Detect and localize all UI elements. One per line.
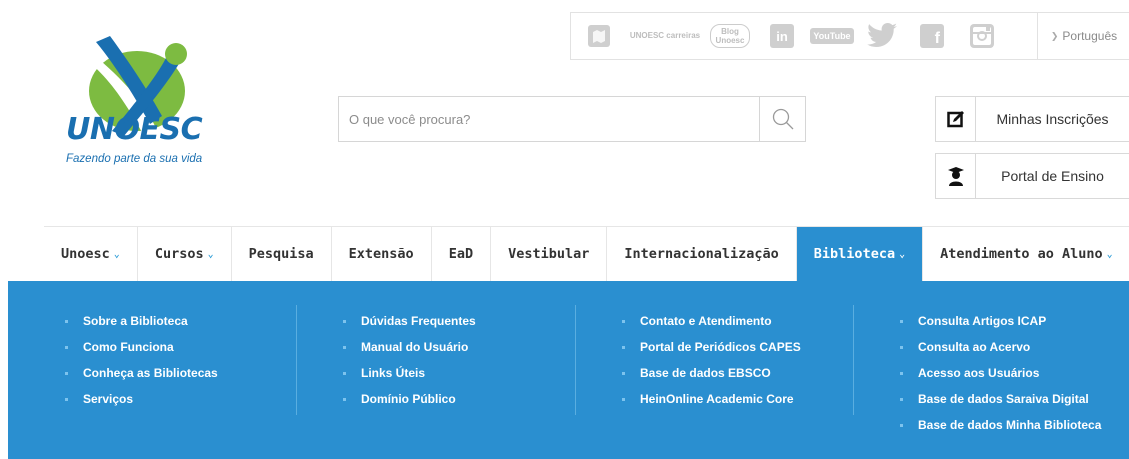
- menu-item-servicos[interactable]: Serviços: [65, 389, 218, 415]
- column-divider: [296, 305, 297, 415]
- search-icon: [772, 108, 793, 130]
- nav-item-cursos[interactable]: Cursos ⌄: [138, 227, 232, 281]
- youtube-icon[interactable]: YouTube: [807, 22, 857, 50]
- unoesc-map-icon[interactable]: [571, 22, 627, 50]
- nav-item-internacionalizacao[interactable]: Internacionalização: [607, 227, 797, 281]
- chevron-down-icon: ⌄: [1106, 248, 1113, 260]
- nav-item-ead[interactable]: EaD: [432, 227, 492, 281]
- menu-item-base-dados-saraiva-digital[interactable]: Base de dados Saraiva Digital: [900, 389, 1101, 415]
- language-selector[interactable]: ❯ Português: [1037, 13, 1129, 59]
- biblioteca-dropdown: Sobre a Biblioteca Como Funciona Conheça…: [8, 281, 1129, 459]
- search-bar: [338, 96, 806, 142]
- menu-item-portal-periodicos-capes[interactable]: Portal de Periódicos CAPES: [622, 337, 801, 363]
- menu-item-como-funciona[interactable]: Como Funciona: [65, 337, 218, 363]
- menu-item-base-dados-minha-biblioteca[interactable]: Base de dados Minha Biblioteca: [900, 415, 1101, 441]
- menu-item-base-dados-ebsco[interactable]: Base de dados EBSCO: [622, 363, 801, 389]
- nav-item-vestibular[interactable]: Vestibular: [491, 227, 608, 281]
- nav-item-atendimento-ao-aluno[interactable]: Atendimento ao Aluno ⌄: [923, 227, 1129, 281]
- menu-item-contato-e-atendimento[interactable]: Contato e Atendimento: [622, 311, 801, 337]
- dropdown-column-2: Dúvidas Frequentes Manual do Usuário Lin…: [343, 311, 476, 415]
- facebook-icon[interactable]: f: [907, 22, 957, 50]
- social-links: UNOESC carreiras Blog Unoesc in YouTube …: [571, 13, 1007, 59]
- student-icon: [936, 154, 976, 198]
- edit-icon: [936, 97, 976, 141]
- menu-item-sobre-a-biblioteca[interactable]: Sobre a Biblioteca: [65, 311, 218, 337]
- logo-tagline: Fazendo parte da sua vida: [66, 153, 203, 165]
- menu-item-links-uteis[interactable]: Links Úteis: [343, 363, 476, 389]
- chevron-down-icon: ⌄: [207, 248, 214, 260]
- instagram-icon[interactable]: [957, 22, 1007, 50]
- nav-item-biblioteca[interactable]: Biblioteca ⌄: [796, 227, 924, 281]
- menu-item-acesso-aos-usuarios[interactable]: Acesso aos Usuários: [900, 363, 1101, 389]
- menu-item-duvidas-frequentes[interactable]: Dúvidas Frequentes: [343, 311, 476, 337]
- dropdown-column-3: Contato e Atendimento Portal de Periódic…: [622, 311, 801, 415]
- menu-item-heinonline-academic-core[interactable]: HeinOnline Academic Core: [622, 389, 801, 415]
- chevron-down-icon: ❯: [1050, 30, 1059, 41]
- portal-de-ensino-button[interactable]: Portal de Ensino: [935, 153, 1129, 199]
- menu-item-consulta-artigos-icap[interactable]: Consulta Artigos ICAP: [900, 311, 1101, 337]
- language-label: Português: [1062, 29, 1118, 43]
- linkedin-icon[interactable]: in: [757, 22, 807, 50]
- portal-de-ensino-label: Portal de Ensino: [1001, 168, 1104, 184]
- main-nav: Unoesc ⌄ Cursos ⌄ Pesquisa Extensão EaD Ve…: [44, 226, 1129, 281]
- menu-item-dominio-publico[interactable]: Domínio Público: [343, 389, 476, 415]
- social-bar: UNOESC carreiras Blog Unoesc in YouTube …: [570, 12, 1129, 60]
- dropdown-column-1: Sobre a Biblioteca Como Funciona Conheça…: [65, 311, 218, 415]
- blog-unoesc-icon[interactable]: Blog Unoesc: [703, 22, 757, 50]
- nav-item-pesquisa[interactable]: Pesquisa: [232, 227, 332, 281]
- chevron-down-icon: ⌄: [113, 248, 120, 260]
- nav-item-extensao[interactable]: Extensão: [332, 227, 432, 281]
- chevron-down-icon: ⌄: [899, 248, 906, 260]
- minhas-inscricoes-label: Minhas Inscrições: [996, 111, 1109, 127]
- menu-item-consulta-ao-acervo[interactable]: Consulta ao Acervo: [900, 337, 1101, 363]
- logo-wordmark: UNOESC: [66, 112, 203, 147]
- menu-item-manual-do-usuario[interactable]: Manual do Usuário: [343, 337, 476, 363]
- unoesc-carreiras-icon[interactable]: UNOESC carreiras: [627, 22, 703, 50]
- dropdown-column-4: Consulta Artigos ICAP Consulta ao Acervo…: [900, 311, 1101, 441]
- nav-item-unoesc[interactable]: Unoesc ⌄: [44, 227, 138, 281]
- column-divider: [575, 305, 576, 415]
- twitter-icon[interactable]: [857, 22, 907, 50]
- search-input[interactable]: [339, 97, 759, 141]
- column-divider: [853, 305, 854, 415]
- menu-item-conheca-as-bibliotecas[interactable]: Conheça as Bibliotecas: [65, 363, 218, 389]
- search-button[interactable]: [759, 97, 805, 141]
- minhas-inscricoes-button[interactable]: Minhas Inscrições: [935, 96, 1129, 142]
